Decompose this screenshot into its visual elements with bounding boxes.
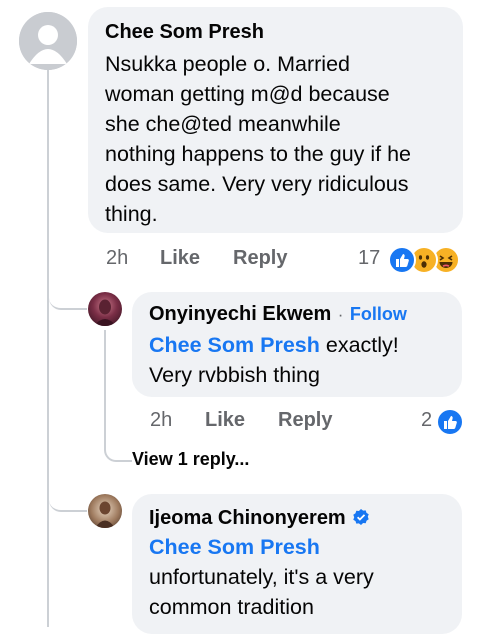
comment-author[interactable]: Chee Som Presh (105, 21, 264, 44)
avatar-chee-som-presh[interactable] (19, 12, 77, 70)
comment-text-line: woman getting m@d because (105, 82, 390, 106)
profile-photo-icon (94, 299, 116, 326)
reply2-text: Chee Som Presh unfortunately, it's a ver… (149, 532, 459, 622)
reply1-text-line: Chee Som Presh exactly! (149, 330, 459, 360)
comment-timestamp: 2h (106, 247, 129, 269)
reply1-timestamp: 2h (150, 409, 173, 431)
comment-text-line: Nsukka people o. Married (105, 52, 350, 76)
reply2-mention[interactable]: Chee Som Presh (149, 532, 459, 562)
avatar-ijeoma-chinonyerem[interactable] (88, 494, 122, 528)
comment-text-line: does same. Very very ridiculous (105, 172, 409, 196)
reply1-reaction-count[interactable]: 2 (421, 409, 432, 432)
profile-photo-icon (95, 501, 115, 528)
avatar-onyinyechi-ekwem[interactable] (88, 292, 122, 326)
like-icon[interactable] (436, 408, 464, 436)
comment-like-button[interactable]: Like (160, 247, 200, 270)
comment-reply-button[interactable]: Reply (233, 247, 287, 270)
reply2-author[interactable]: Ijeoma Chinonyerem (149, 507, 346, 529)
thread-connector-reply1 (49, 288, 87, 310)
comment-text-line: thing. (105, 202, 158, 226)
reply1-like-button[interactable]: Like (205, 409, 245, 432)
comment-reaction-count[interactable]: 17 (358, 247, 380, 270)
like-icon (388, 246, 416, 274)
reply1-text-inline: exactly! (325, 333, 399, 357)
reply1-follow-button[interactable]: Follow (350, 304, 407, 324)
reply1-text-line2: Very rvbbish thing (149, 363, 320, 387)
reply1-mention[interactable]: Chee Som Presh (149, 333, 320, 357)
default-profile-icon (19, 12, 77, 70)
reply-bubble-1: Onyinyechi Ekwem · Follow Chee Som Presh… (132, 292, 462, 397)
reply1-header: Onyinyechi Ekwem · Follow (149, 303, 407, 326)
thread-connector-reply2 (49, 490, 87, 512)
thread-line-reply1 (104, 330, 132, 462)
reply1-author[interactable]: Onyinyechi Ekwem (149, 303, 331, 325)
comment-text: Nsukka people o. Married woman getting m… (105, 49, 463, 229)
comment-bubble: Chee Som Presh Nsukka people o. Married … (88, 7, 463, 233)
view-replies-link[interactable]: View 1 reply... (132, 449, 249, 470)
thread-line-main (47, 70, 49, 627)
reply1-separator: · (337, 305, 344, 324)
reply2-text-line: unfortunately, it's a very (149, 565, 374, 589)
verified-badge-icon (352, 508, 370, 531)
comment-text-line: she che@ted meanwhile (105, 112, 341, 136)
reply2-text-line: common tradition (149, 595, 314, 619)
reply2-header: Ijeoma Chinonyerem (149, 507, 370, 531)
comment-text-line: nothing happens to the guy if he (105, 142, 412, 166)
reply1-reply-button[interactable]: Reply (278, 409, 332, 432)
reply-bubble-2: Ijeoma Chinonyerem Chee Som Presh unfort… (132, 494, 462, 634)
reply1-text: Chee Som Presh exactly! Very rvbbish thi… (149, 330, 459, 390)
